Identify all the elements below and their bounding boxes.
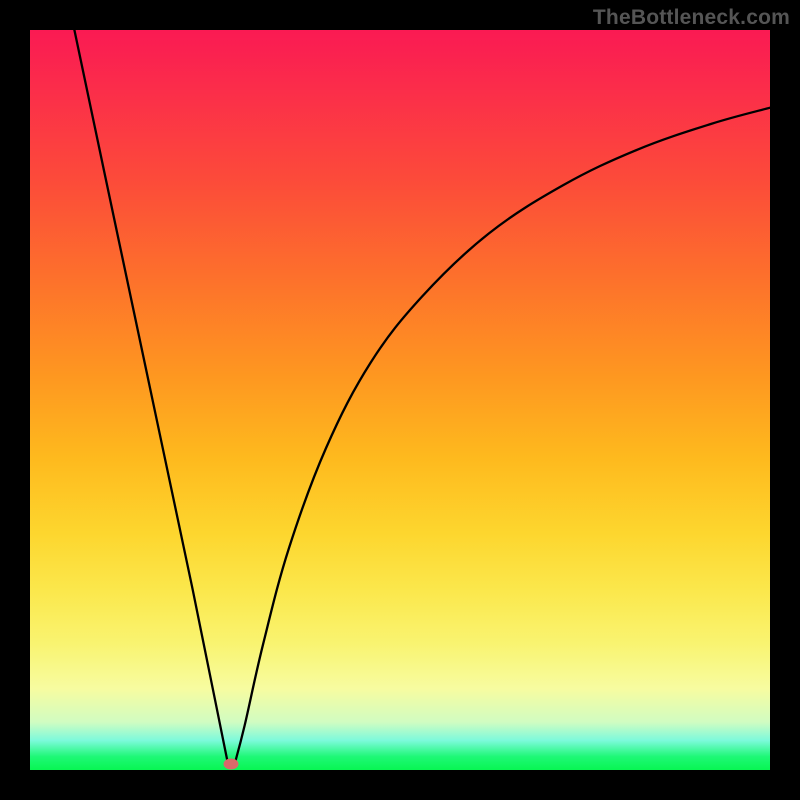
- minimum-marker: [224, 759, 239, 770]
- plot-area: [30, 30, 770, 770]
- watermark-text: TheBottleneck.com: [593, 6, 790, 30]
- right-branch-curve: [234, 108, 770, 766]
- left-branch-curve: [74, 30, 228, 766]
- curve-layer: [30, 30, 770, 770]
- chart-stage: TheBottleneck.com: [0, 0, 800, 800]
